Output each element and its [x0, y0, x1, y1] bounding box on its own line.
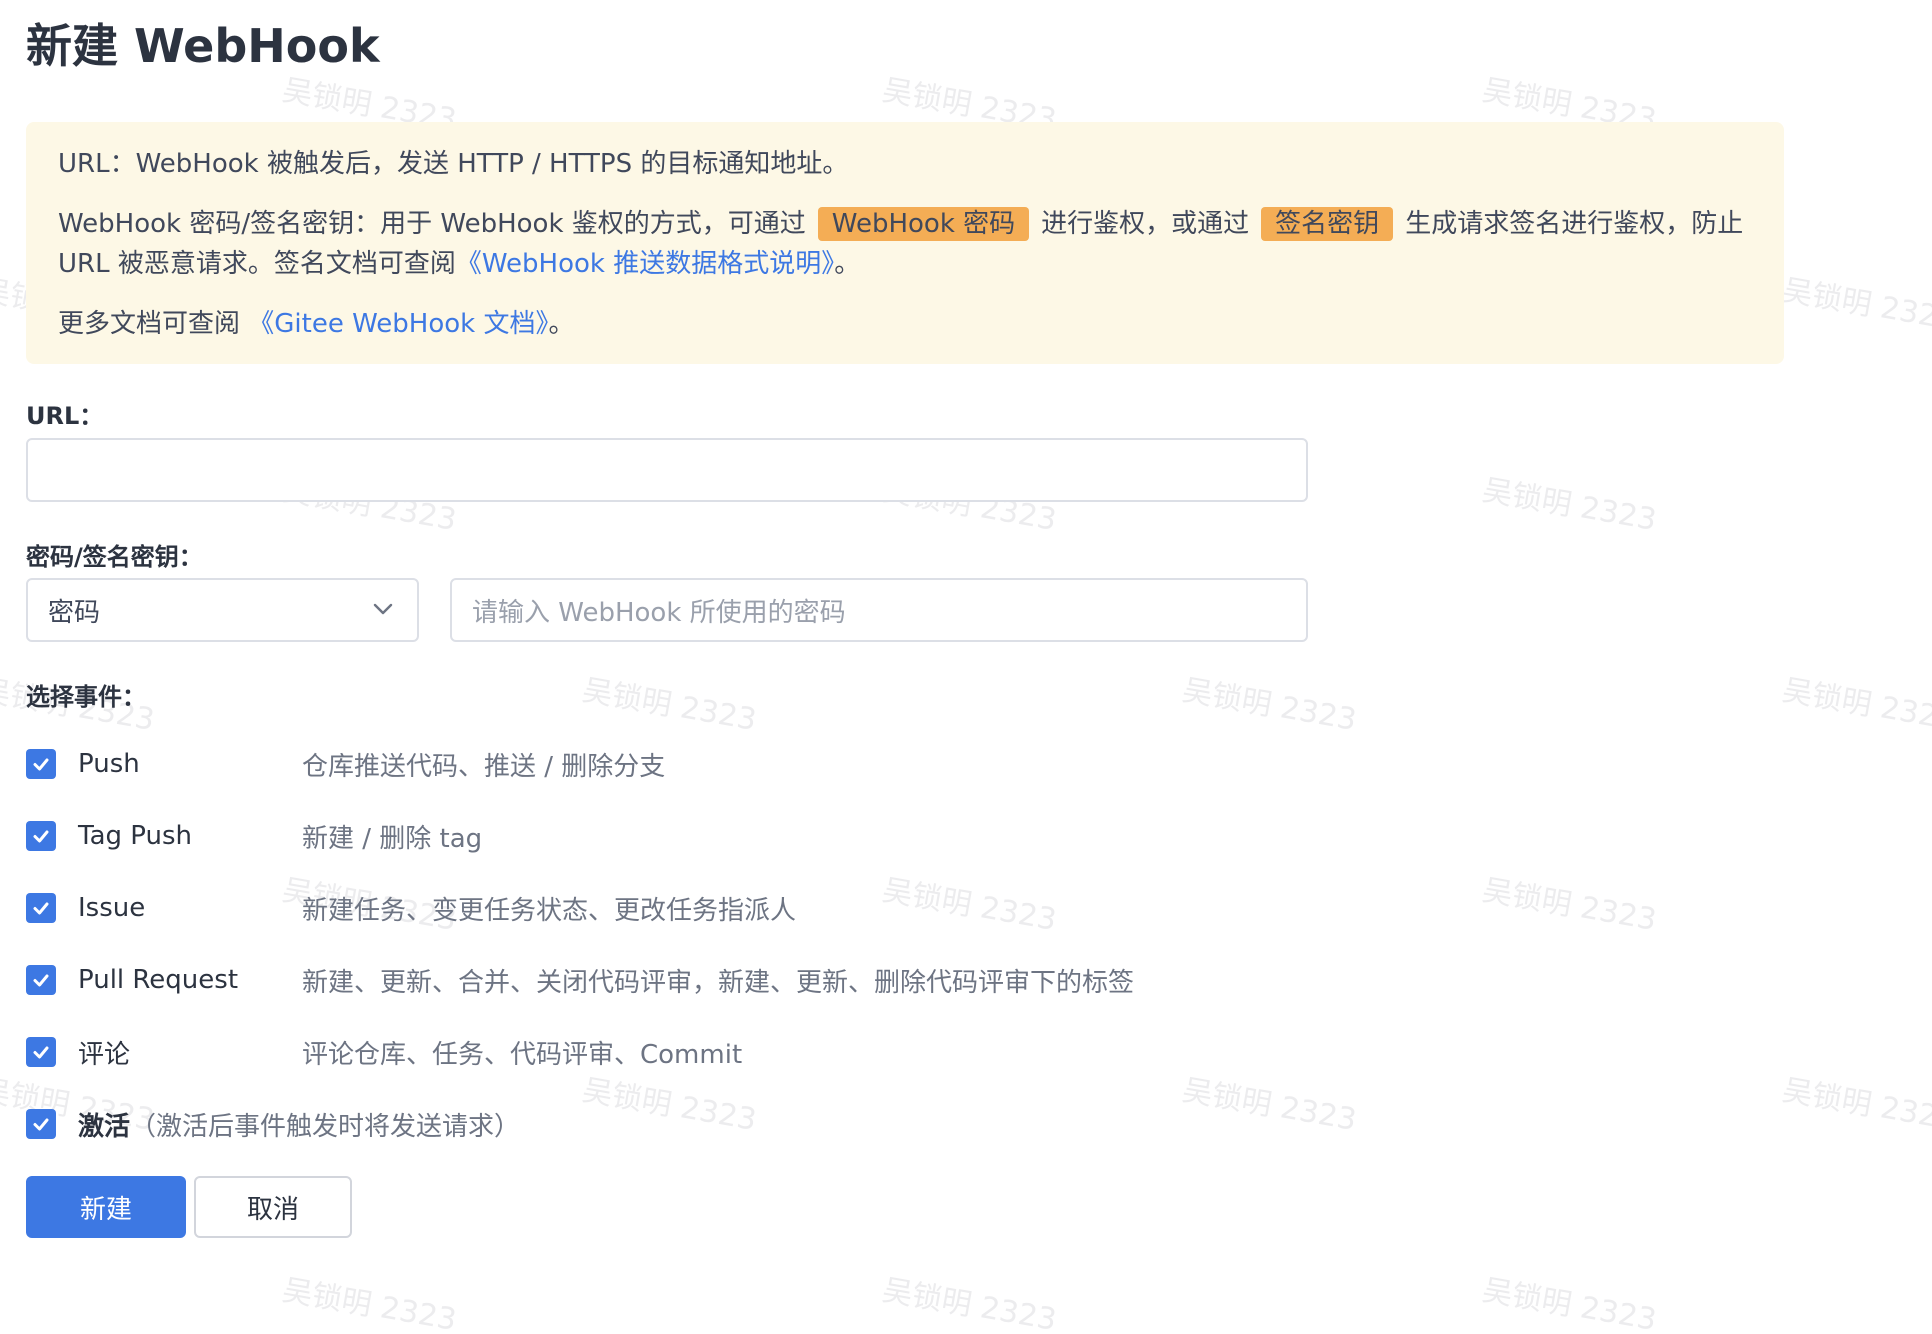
checkmark-icon — [33, 758, 49, 771]
cancel-button[interactable]: 取消 — [194, 1176, 352, 1238]
notice-docs-line: 更多文档可查阅 《Gitee WebHook 文档》。 — [58, 304, 1752, 344]
watermark: 吴锁明 2323 — [279, 1272, 459, 1334]
checkmark-icon — [33, 974, 49, 987]
watermark: 吴锁明 2323 — [1779, 1072, 1932, 1138]
event-pull-request-row[interactable]: Pull Request 新建、更新、合并、关闭代码评审，新建、更新、删除代码评… — [26, 960, 1326, 1000]
notice-text: 更多文档可查阅 — [58, 309, 241, 339]
checkmark-icon — [33, 1046, 49, 1059]
url-input[interactable] — [26, 438, 1308, 502]
watermark: 吴锁明 2323 — [1479, 1272, 1659, 1334]
create-button[interactable]: 新建 — [26, 1176, 186, 1238]
watermark: 吴锁明 2323 — [1779, 272, 1932, 338]
event-desc: 新建、更新、合并、关闭代码评审，新建、更新、删除代码评审下的标签 — [302, 967, 1135, 998]
checkmark-icon — [33, 902, 49, 915]
webhook-create-page: 吴锁明 2323 吴锁明 2323 吴锁明 2323 吴锁明 2323 吴锁明 … — [0, 0, 1932, 1334]
event-push-checkbox[interactable] — [26, 749, 56, 779]
active-checkbox[interactable] — [26, 1109, 56, 1139]
format-doc-link[interactable]: 《WebHook 推送数据格式说明》 — [456, 249, 834, 279]
event-push-row[interactable]: Push 仓库推送代码、推送 / 删除分支 — [26, 744, 1326, 784]
event-issue-row[interactable]: Issue 新建任务、变更任务状态、更改任务指派人 — [26, 888, 1326, 928]
event-desc: 仓库推送代码、推送 / 删除分支 — [302, 751, 666, 782]
event-desc: 评论仓库、任务、代码评审、Commit — [302, 1039, 743, 1070]
url-label: URL： — [26, 402, 104, 430]
secret-type-select[interactable]: 密码 — [26, 578, 419, 642]
active-label: 激活 — [78, 1111, 131, 1142]
watermark: 吴锁明 2323 — [1479, 472, 1659, 538]
event-comment-checkbox[interactable] — [26, 1037, 56, 1067]
event-tag-push-row[interactable]: Tag Push 新建 / 删除 tag — [26, 816, 1326, 856]
active-label-group: 激活（激活后事件触发时将发送请求） — [78, 1106, 520, 1143]
event-desc: 新建任务、变更任务状态、更改任务指派人 — [302, 895, 797, 926]
event-name: Issue — [78, 893, 146, 923]
secret-label: 密码/签名密钥： — [26, 543, 203, 571]
event-name: 评论 — [78, 1039, 131, 1070]
event-tag-push-checkbox[interactable] — [26, 821, 56, 851]
event-pull-request-checkbox[interactable] — [26, 965, 56, 995]
page-title: 新建 WebHook — [26, 19, 380, 73]
gitee-docs-link[interactable]: 《Gitee WebHook 文档》 — [248, 309, 548, 339]
event-comment-row[interactable]: 评论 评论仓库、任务、代码评审、Commit — [26, 1032, 1326, 1072]
notice-text: WebHook 密码/签名密钥：用于 WebHook 鉴权的方式，可通过 — [58, 209, 806, 239]
watermark: 吴锁明 2323 — [879, 1272, 1059, 1334]
watermark: 吴锁明 2323 — [1479, 872, 1659, 938]
notice-url-line: URL：WebHook 被触发后，发送 HTTP / HTTPS 的目标通知地址… — [58, 149, 849, 179]
secret-input-placeholder: 请输入 WebHook 所使用的密码 — [472, 597, 846, 628]
notice-secret-paragraph: WebHook 密码/签名密钥：用于 WebHook 鉴权的方式，可通过 WebH… — [58, 204, 1752, 284]
checkmark-icon — [33, 830, 49, 843]
chevron-down-icon — [373, 603, 393, 615]
event-issue-checkbox[interactable] — [26, 893, 56, 923]
watermark: 吴锁明 2323 — [579, 672, 759, 738]
tag-webhook-password: WebHook 密码 — [817, 207, 1030, 241]
tag-sign-key: 签名密钥 — [1261, 207, 1394, 241]
event-name: Tag Push — [78, 821, 193, 851]
event-desc: 新建 / 删除 tag — [302, 823, 483, 854]
notice-text: 进行鉴权，或通过 — [1041, 209, 1250, 239]
notice-text: 。 — [834, 249, 861, 279]
event-name: Push — [78, 749, 140, 779]
notice-text: 。 — [548, 309, 575, 339]
info-notice: URL：WebHook 被触发后，发送 HTTP / HTTPS 的目标通知地址… — [26, 122, 1784, 364]
events-label: 选择事件： — [26, 683, 146, 711]
watermark: 吴锁明 2323 — [1779, 672, 1932, 738]
event-name: Pull Request — [78, 965, 239, 995]
checkmark-icon — [33, 1118, 49, 1131]
active-row[interactable]: 激活（激活后事件触发时将发送请求） — [26, 1104, 1326, 1144]
active-note: （激活后事件触发时将发送请求） — [130, 1111, 521, 1142]
secret-input[interactable]: 请输入 WebHook 所使用的密码 — [450, 578, 1308, 642]
watermark: 吴锁明 2323 — [1179, 672, 1359, 738]
secret-type-value: 密码 — [48, 597, 101, 628]
